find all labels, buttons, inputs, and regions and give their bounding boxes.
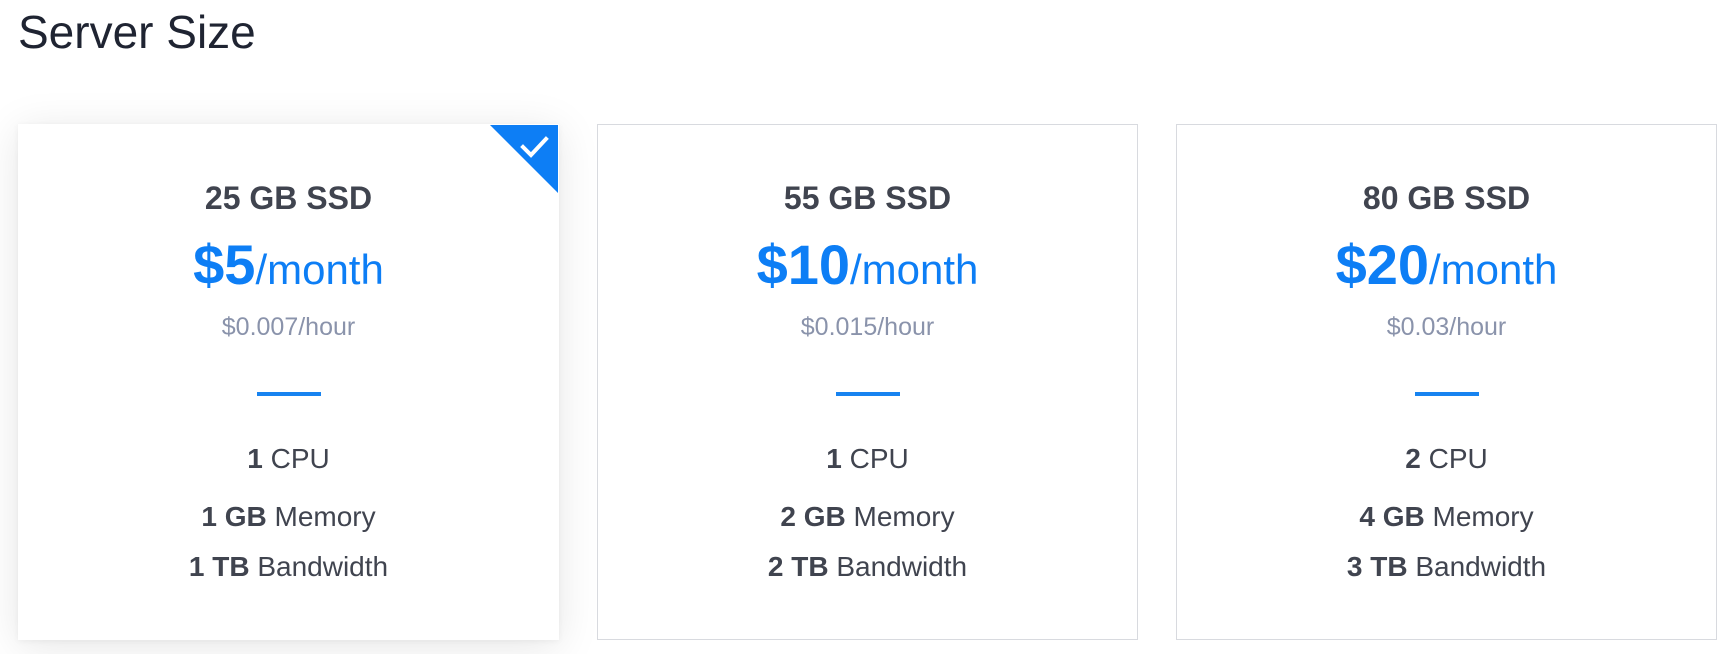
plan-card-55gb[interactable]: 55 GB SSD $10/month $0.015/hour 1 CPU 2 … [597,124,1138,640]
spec-bandwidth-label: Bandwidth [836,551,968,582]
spec-cpu-label: CPU [270,443,330,474]
spec-memory-value: 1 GB [201,501,267,532]
spec-memory-label: Memory [1432,501,1534,532]
spec-cpu-value: 2 [1405,443,1421,474]
spec-memory: 4 GB Memory [1177,499,1716,535]
plan-divider [256,392,321,396]
spec-bandwidth: 3 TB Bandwidth [1177,549,1716,585]
plan-price: $5/month [19,233,558,312]
plan-price: $20/month [1177,233,1716,312]
spec-bandwidth-value: 2 TB [767,551,829,582]
spec-bandwidth-value: 3 TB [1346,551,1408,582]
spec-bandwidth-label: Bandwidth [1415,551,1547,582]
spec-cpu-label: CPU [849,443,909,474]
price-amount: $20 [1335,233,1430,296]
spec-memory-label: Memory [853,501,955,532]
plan-hourly-price: $0.015/hour [800,313,935,341]
plan-hourly-price: $0.007/hour [221,313,356,341]
spec-bandwidth: 1 TB Bandwidth [19,549,558,585]
spec-bandwidth: 2 TB Bandwidth [598,549,1137,585]
spec-memory: 2 GB Memory [598,499,1137,535]
spec-cpu-value: 1 [826,443,842,474]
price-amount: $10 [756,233,851,296]
plan-card-80gb[interactable]: 80 GB SSD $20/month $0.03/hour 2 CPU 4 G… [1176,124,1717,640]
price-amount: $5 [193,233,256,296]
spec-bandwidth-label: Bandwidth [257,551,389,582]
spec-cpu: 2 CPU [1177,441,1716,477]
plan-list: 25 GB SSD $5/month $0.007/hour 1 CPU 1 G… [18,124,1717,640]
price-period: /month [255,246,384,293]
spec-bandwidth-value: 1 TB [188,551,250,582]
plan-hourly-price: $0.03/hour [1386,313,1507,341]
plan-storage: 80 GB SSD [1362,180,1531,216]
spec-cpu-label: CPU [1428,443,1488,474]
price-period: /month [1429,246,1558,293]
spec-memory-value: 2 GB [780,501,846,532]
plan-storage: 25 GB SSD [204,180,373,216]
spec-memory: 1 GB Memory [19,499,558,535]
spec-memory-label: Memory [274,501,376,532]
spec-cpu: 1 CPU [19,441,558,477]
plan-price: $10/month [598,233,1137,312]
spec-cpu: 1 CPU [598,441,1137,477]
plan-storage: 55 GB SSD [783,180,952,216]
plan-divider [835,392,900,396]
plan-card-25gb[interactable]: 25 GB SSD $5/month $0.007/hour 1 CPU 1 G… [18,124,559,640]
plan-divider [1414,392,1479,396]
spec-cpu-value: 1 [247,443,263,474]
price-period: /month [850,246,979,293]
page-title: Server Size [18,6,256,58]
spec-memory-value: 4 GB [1359,501,1425,532]
